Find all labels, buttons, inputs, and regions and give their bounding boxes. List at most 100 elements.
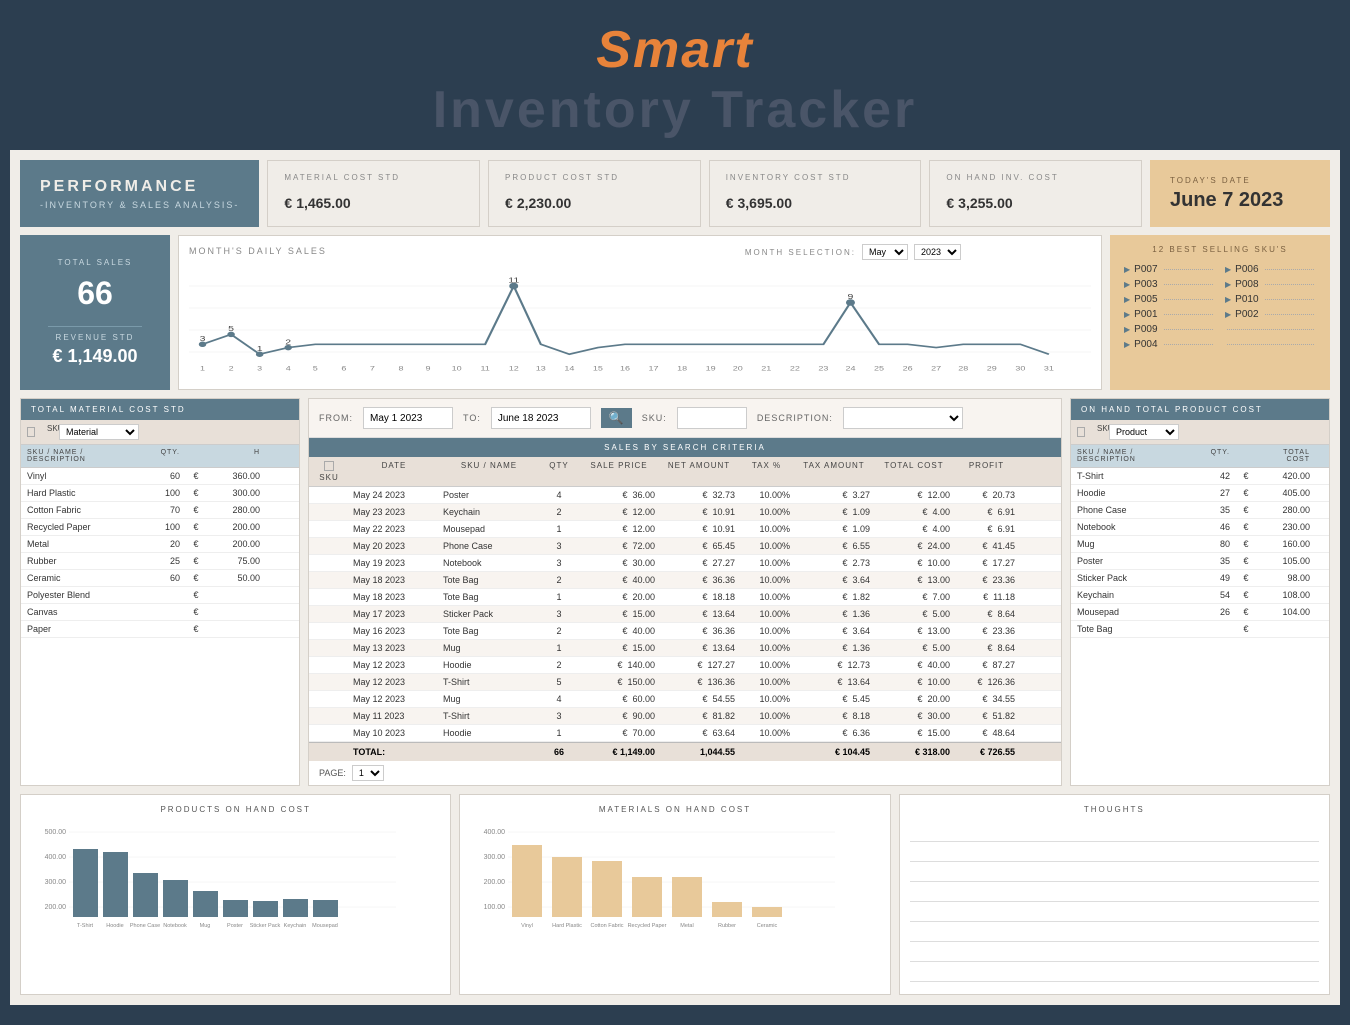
prod-name: Notebook — [1071, 519, 1191, 535]
svg-text:27: 27 — [931, 365, 941, 373]
prod-curr: € — [1236, 621, 1256, 637]
svg-text:21: 21 — [761, 365, 771, 373]
materials-chart-card: MATERIALS ON HAND COST 400.00 300.00 200… — [459, 794, 890, 995]
from-input[interactable] — [363, 407, 453, 429]
sku-checkbox[interactable] — [21, 420, 41, 444]
sales-row: May 19 2023 Notebook 3 € 30.00 € 27.27 1… — [309, 555, 1061, 572]
thoughts-lines — [910, 824, 1319, 982]
svg-text:2: 2 — [229, 365, 234, 373]
sku-arrow-icon: ▶ — [1225, 280, 1231, 289]
to-label: TO: — [463, 413, 481, 423]
to-input[interactable] — [491, 407, 591, 429]
svg-text:Sticker Pack: Sticker Pack — [250, 923, 281, 929]
sku-item: ▶ P010 — [1225, 294, 1316, 305]
mat-curr: € — [186, 468, 206, 484]
month-dropdown[interactable]: MayJuneJuly — [862, 244, 908, 260]
best-sku-title: 12 BEST SELLING SKU'S — [1124, 245, 1316, 254]
thought-line — [910, 964, 1319, 982]
table-row: Mousepad 26 € 104.00 — [1071, 604, 1329, 621]
sales-row: May 20 2023 Phone Case 3 € 72.00 € 65.45… — [309, 538, 1061, 555]
material-table-header: TOTAL MATERIAL COST STD — [21, 399, 299, 420]
onhand-amt-col: TOTAL COST — [1256, 445, 1316, 467]
col-name-header: SKU / NAME / DESCRIPTION — [21, 445, 141, 467]
search-button[interactable]: 🔍 — [601, 408, 632, 428]
revenue-symbol: € — [52, 346, 62, 366]
material-cost-number: 1,465.00 — [296, 195, 351, 211]
sku-arrow-icon: ▶ — [1124, 295, 1130, 304]
onhand-checkbox[interactable] — [1071, 420, 1091, 444]
charts-row: PRODUCTS ON HAND COST 500.00 400.00 300.… — [20, 794, 1330, 995]
sku-item: ▶ P003 — [1124, 279, 1215, 290]
prod-name: Hoodie — [1071, 485, 1191, 501]
material-dropdown[interactable]: Material — [59, 424, 139, 440]
table-row: Tote Bag € — [1071, 621, 1329, 638]
svg-text:100.00: 100.00 — [484, 904, 506, 911]
sales-row: May 16 2023 Tote Bag 2 € 40.00 € 36.36 1… — [309, 623, 1061, 640]
onhand-table-title: ON HAND TOTAL PRODUCT COST — [1081, 405, 1263, 414]
material-cost-symbol: € — [284, 195, 292, 211]
mat-name: Metal — [21, 536, 141, 552]
mat-amt — [206, 621, 266, 637]
sales-row: May 12 2023 T-Shirt 5 € 150.00 € 136.36 … — [309, 674, 1061, 691]
page-dropdown[interactable]: 12 — [352, 765, 384, 781]
svg-text:25: 25 — [874, 365, 885, 373]
svg-text:29: 29 — [987, 365, 998, 373]
sku-item: ▶ P008 — [1225, 279, 1316, 290]
svg-text:10: 10 — [452, 365, 463, 373]
metrics-group: MATERIAL COST STD €1,465.00 PRODUCT COST… — [267, 160, 1142, 227]
mat-amt: 75.00 — [206, 553, 266, 569]
svg-text:T-Shirt: T-Shirt — [77, 923, 94, 929]
prod-qty — [1191, 621, 1236, 637]
svg-text:12: 12 — [509, 365, 519, 373]
mat-name: Vinyl — [21, 468, 141, 484]
year-dropdown[interactable]: 2023 — [914, 244, 961, 260]
total-sales-value: 66 — [77, 275, 113, 312]
onhand-col-header: SKU Product — [1071, 420, 1329, 445]
mat-amt — [206, 604, 266, 620]
table-row: T-Shirt 42 € 420.00 — [1071, 468, 1329, 485]
svg-text:19: 19 — [706, 365, 717, 373]
from-label: FROM: — [319, 413, 353, 423]
thought-line — [910, 884, 1319, 902]
svg-text:Hard Plastic: Hard Plastic — [553, 923, 583, 929]
onhand-cost-label: ON HAND INV. COST — [946, 173, 1125, 182]
table-row: Notebook 46 € 230.00 — [1071, 519, 1329, 536]
prod-qty: 26 — [1191, 604, 1236, 620]
svg-text:28: 28 — [958, 365, 969, 373]
total-sales-label: TOTAL SALES — [58, 258, 133, 267]
row-sku: Poster — [439, 487, 539, 503]
thought-line — [910, 824, 1319, 842]
date-value: June 7 2023 — [1170, 189, 1283, 212]
row-net: € 32.73 — [659, 487, 739, 503]
table-row: Metal 20 € 200.00 — [21, 536, 299, 553]
svg-text:1: 1 — [200, 365, 205, 373]
prod-name: Phone Case — [1071, 502, 1191, 518]
prod-curr: € — [1236, 519, 1256, 535]
perf-title: PERFORMANCE — [40, 178, 239, 196]
chart-card: MONTH'S DAILY SALES MONTH SELECTION: May… — [178, 235, 1102, 390]
mat-curr: € — [186, 553, 206, 569]
sku-label: P003 — [1134, 279, 1157, 290]
materials-bar-chart: 400.00 300.00 200.00 100.00 — [470, 822, 879, 942]
mat-name: Polyester Blend — [21, 587, 141, 603]
onhand-dropdown[interactable]: Product — [1109, 424, 1179, 440]
material-table-title: TOTAL MATERIAL COST STD — [31, 405, 186, 414]
prod-qty: 35 — [1191, 502, 1236, 518]
desc-dropdown[interactable] — [843, 407, 963, 429]
col-checkbox[interactable] — [324, 461, 334, 471]
prod-qty: 27 — [1191, 485, 1236, 501]
thought-line — [910, 924, 1319, 942]
onhand-table-body: T-Shirt 42 € 420.00 Hoodie 27 € 405.00 P… — [1071, 468, 1329, 638]
thought-line — [910, 844, 1319, 862]
svg-text:8: 8 — [398, 365, 404, 373]
material-select-wrapper: Material — [53, 420, 299, 444]
prod-curr: € — [1236, 570, 1256, 586]
sales-row: May 13 2023 Mug 1 € 15.00 € 13.64 10.00%… — [309, 640, 1061, 657]
sales-table-title: SALES BY SEARCH CRITERIA — [309, 438, 1061, 457]
total-sales-card: TOTAL SALES 66 REVENUE STD € 1,149.00 — [20, 235, 170, 390]
thought-line — [910, 944, 1319, 962]
sku-label: P010 — [1235, 294, 1258, 305]
svg-text:11: 11 — [480, 365, 489, 373]
top-row: PERFORMANCE -INVENTORY & SALES ANALYSIS-… — [20, 160, 1330, 227]
sku-input[interactable] — [677, 407, 747, 429]
